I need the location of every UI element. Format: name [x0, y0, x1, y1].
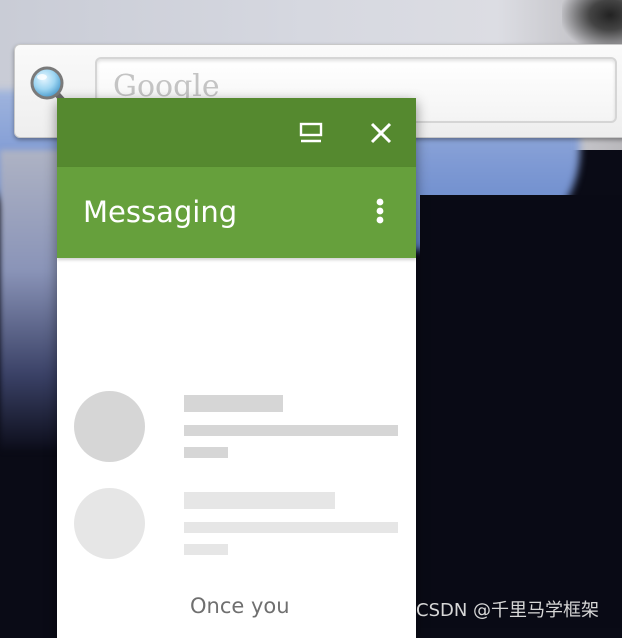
- minimize-icon: [299, 122, 323, 143]
- close-icon: [370, 122, 392, 144]
- app-bar: Messaging: [57, 167, 416, 258]
- minimize-button[interactable]: [293, 116, 333, 150]
- placeholder-line: [184, 544, 228, 555]
- loading-placeholder-row: [57, 391, 416, 471]
- wallpaper-smudge: [562, 0, 622, 50]
- more-vert-icon: [376, 198, 384, 224]
- wallpaper-dark-area: [420, 195, 622, 628]
- window-control-bar[interactable]: [57, 98, 416, 167]
- close-button[interactable]: [361, 114, 401, 152]
- app-title: Messaging: [83, 195, 238, 229]
- loading-placeholder-row: [57, 488, 416, 568]
- empty-state-hint: Once you: [190, 594, 290, 618]
- watermark: CSDN @千里马学框架: [416, 600, 600, 621]
- placeholder-line: [184, 522, 398, 533]
- placeholder-line: [184, 492, 335, 509]
- placeholder-avatar: [74, 488, 145, 559]
- placeholder-line: [184, 395, 283, 412]
- placeholder-avatar: [74, 391, 145, 462]
- messaging-window: Messaging Once you: [57, 98, 416, 638]
- placeholder-line: [184, 447, 228, 458]
- placeholder-line: [184, 425, 398, 436]
- more-options-button[interactable]: [365, 195, 395, 233]
